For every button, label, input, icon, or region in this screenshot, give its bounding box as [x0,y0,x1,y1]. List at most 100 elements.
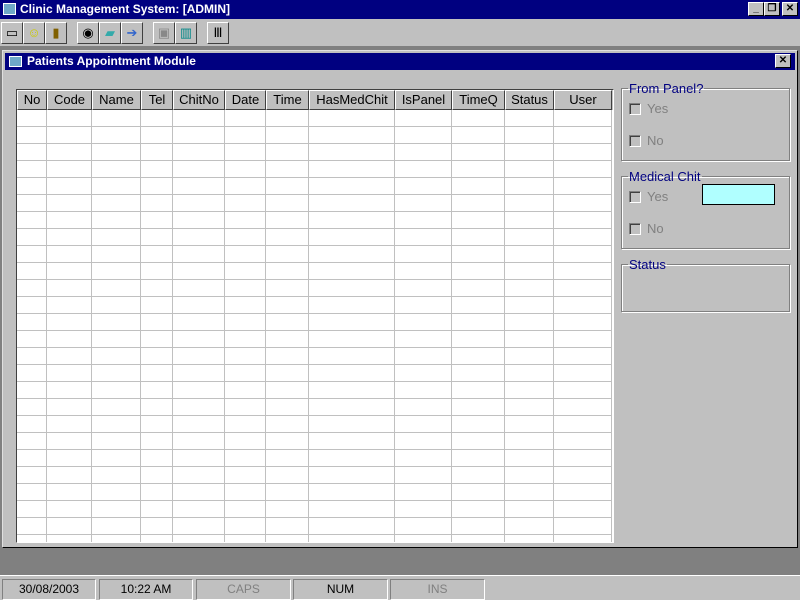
grid-cell[interactable] [505,331,554,348]
grid-cell[interactable] [225,450,266,467]
grid-cell[interactable] [309,195,395,212]
grid-cell[interactable] [17,433,47,450]
grid-cell[interactable] [173,280,225,297]
grid-cell[interactable] [266,229,309,246]
grid-cell[interactable] [225,416,266,433]
medical-chit-input[interactable] [702,184,775,205]
column-header-chitno[interactable]: ChitNo [173,90,225,110]
grid-cell[interactable] [17,467,47,484]
grid-cell[interactable] [141,518,173,535]
grid-cell[interactable] [47,263,92,280]
grid-cell[interactable] [225,212,266,229]
grid-cell[interactable] [452,535,505,542]
close-child-button[interactable]: ✕ [775,54,791,68]
grid-cell[interactable] [309,382,395,399]
grid-cell[interactable] [452,195,505,212]
grid-cell[interactable] [17,127,47,144]
grid-cell[interactable] [17,246,47,263]
grid-cell[interactable] [452,433,505,450]
grid-cell[interactable] [17,382,47,399]
grid-cell[interactable] [452,178,505,195]
grid-cell[interactable] [225,297,266,314]
grid-cell[interactable] [395,229,452,246]
grid-cell[interactable] [395,161,452,178]
grid-cell[interactable] [225,110,266,127]
table-row[interactable] [17,501,613,518]
grid-cell[interactable] [47,501,92,518]
medical-chit-no-checkbox[interactable]: No [629,221,664,236]
grid-cell[interactable] [225,263,266,280]
grid-cell[interactable] [141,195,173,212]
grid-cell[interactable] [47,280,92,297]
grid-cell[interactable] [173,212,225,229]
column-header-name[interactable]: Name [92,90,141,110]
grid-cell[interactable] [141,382,173,399]
table-row[interactable] [17,314,613,331]
grid-cell[interactable] [452,365,505,382]
grid-cell[interactable] [141,297,173,314]
column-header-hasmedchit[interactable]: HasMedChit [309,90,395,110]
grid-cell[interactable] [47,297,92,314]
grid-cell[interactable] [266,501,309,518]
grid-cell[interactable] [173,382,225,399]
grid-cell[interactable] [554,314,612,331]
grid-cell[interactable] [266,399,309,416]
grid-cell[interactable] [47,212,92,229]
grid-cell[interactable] [17,501,47,518]
grid-cell[interactable] [395,467,452,484]
grid-cell[interactable] [395,382,452,399]
grid-cell[interactable] [173,450,225,467]
grid-cell[interactable] [266,365,309,382]
grid-cell[interactable] [173,399,225,416]
grid-cell[interactable] [554,127,612,144]
grid-cell[interactable] [225,518,266,535]
table-row[interactable] [17,212,613,229]
grid-cell[interactable] [554,518,612,535]
table-row[interactable] [17,535,613,542]
grid-cell[interactable] [141,144,173,161]
grid-cell[interactable] [17,348,47,365]
grid-cell[interactable] [173,433,225,450]
grid-cell[interactable] [554,348,612,365]
column-header-time[interactable]: Time [266,90,309,110]
minimize-button[interactable]: _ [748,2,764,16]
grid-cell[interactable] [266,212,309,229]
grid-cell[interactable] [47,246,92,263]
grid-cell[interactable] [452,450,505,467]
grid-cell[interactable] [173,314,225,331]
grid-cell[interactable] [505,450,554,467]
grid-cell[interactable] [173,110,225,127]
grid-cell[interactable] [452,127,505,144]
grid-cell[interactable] [225,433,266,450]
grid-cell[interactable] [173,501,225,518]
exit-door-icon[interactable]: ▮ [45,22,67,44]
restore-button[interactable]: ❐ [764,2,780,16]
grid-cell[interactable] [225,365,266,382]
grid-cell[interactable] [141,484,173,501]
grid-cell[interactable] [452,518,505,535]
table-row[interactable] [17,433,613,450]
grid-cell[interactable] [266,297,309,314]
grid-cell[interactable] [92,263,141,280]
grid-cell[interactable] [395,365,452,382]
window-icon[interactable]: ▭ [1,22,23,44]
grid-cell[interactable] [92,127,141,144]
grid-cell[interactable] [47,127,92,144]
grid-cell[interactable] [505,535,554,542]
grid-cell[interactable] [309,484,395,501]
grid-cell[interactable] [395,246,452,263]
table-row[interactable] [17,246,613,263]
grid-cell[interactable] [554,263,612,280]
grid-cell[interactable] [505,246,554,263]
grid-cell[interactable] [309,110,395,127]
grid-cell[interactable] [309,450,395,467]
grid-cell[interactable] [452,399,505,416]
grid-cell[interactable] [395,297,452,314]
grid-cell[interactable] [505,416,554,433]
grid-cell[interactable] [554,484,612,501]
grid-cell[interactable] [395,280,452,297]
grid-cell[interactable] [554,433,612,450]
grid-cell[interactable] [395,178,452,195]
smiley-icon[interactable]: ☺ [23,22,45,44]
grid-cell[interactable] [17,144,47,161]
